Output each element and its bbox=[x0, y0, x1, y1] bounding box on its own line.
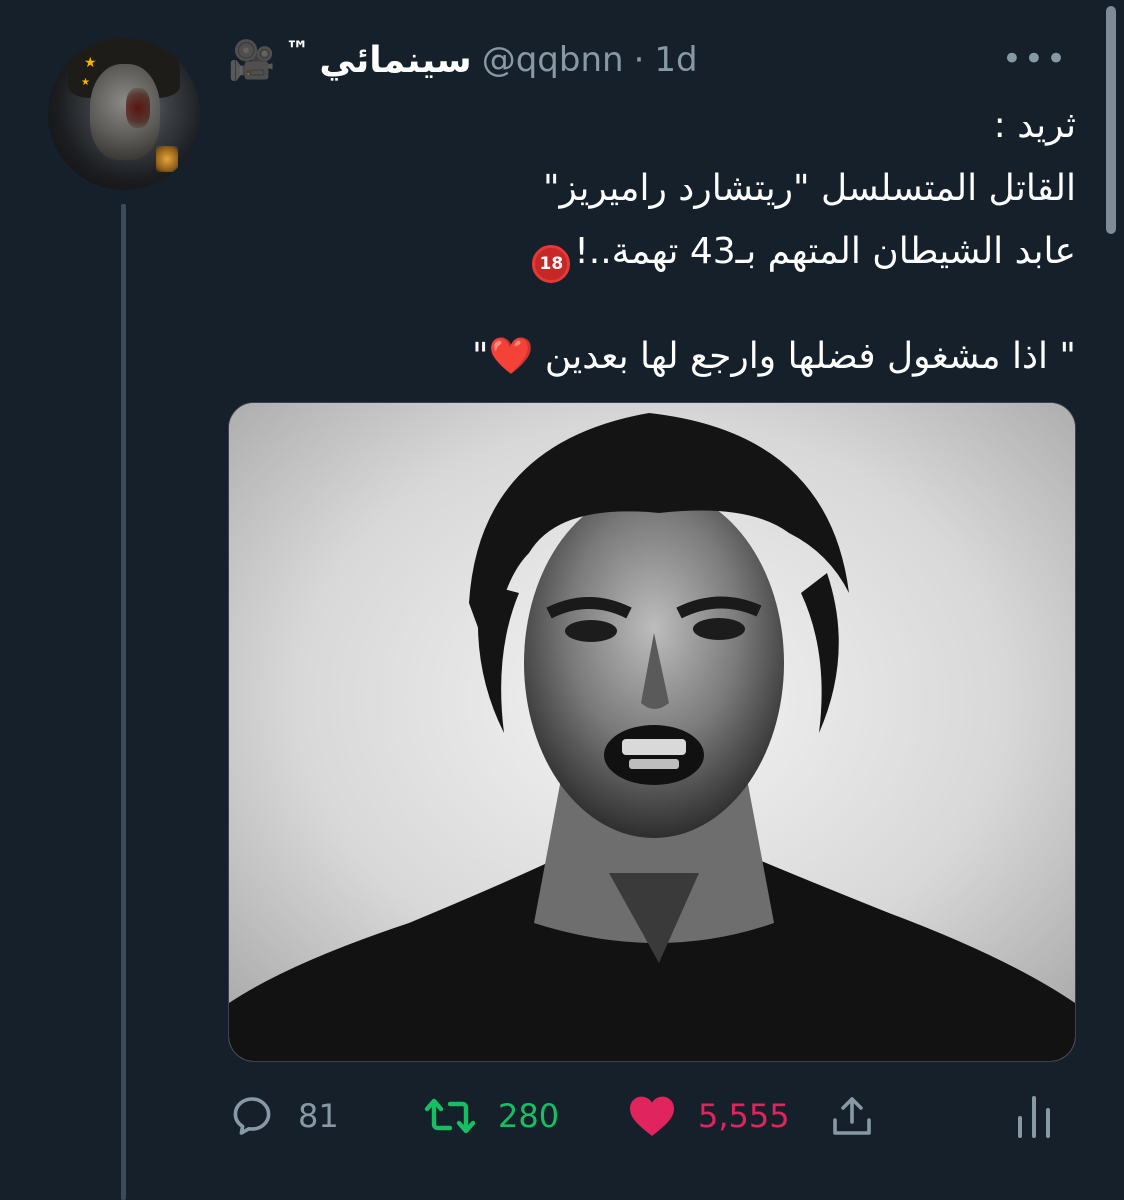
reply-count: 81 bbox=[298, 1097, 339, 1135]
tweet-line: عابد الشيطان المتهم بـ43 تهمة..!18 bbox=[228, 220, 1076, 283]
tweet-photo[interactable] bbox=[228, 402, 1076, 1062]
like-count: 5,555 bbox=[698, 1097, 790, 1135]
tweet-line-text: عابد الشيطان المتهم بـ43 تهمة..! bbox=[574, 231, 1076, 272]
retweet-count: 280 bbox=[498, 1097, 560, 1135]
reply-button[interactable]: 81 bbox=[228, 1086, 339, 1146]
timestamp[interactable]: 1d bbox=[654, 40, 697, 80]
movie-camera-icon: 🎥 bbox=[228, 38, 276, 82]
share-button[interactable] bbox=[828, 1086, 876, 1146]
separator: · bbox=[633, 40, 645, 80]
analytics-icon bbox=[1018, 1096, 1050, 1138]
heart-icon bbox=[630, 1096, 674, 1136]
tweet-text: ثريد : القاتل المتسلسل "ريتشارد راميريز"… bbox=[228, 94, 1076, 388]
trademark: ™ bbox=[285, 36, 310, 64]
avatar-lamp bbox=[156, 146, 178, 172]
red-heart-icon: ❤️ bbox=[488, 336, 534, 377]
retweet-button[interactable]: 280 bbox=[424, 1086, 559, 1146]
analytics-button[interactable] bbox=[1014, 1086, 1054, 1146]
tweet-line: ثريد : bbox=[993, 105, 1076, 146]
tweet-actions: 81 280 5,555 bbox=[228, 1086, 1074, 1146]
tweet-line-text: " bbox=[472, 336, 489, 377]
reply-icon bbox=[233, 1097, 271, 1135]
star-icon: ★ bbox=[81, 77, 90, 88]
tweet-line-text: " اذا مشغول فضلها وارجع لها بعدين bbox=[533, 336, 1076, 377]
more-options-icon[interactable]: ••• bbox=[1002, 42, 1068, 76]
scrollbar[interactable] bbox=[1106, 6, 1116, 234]
tweet-line: " اذا مشغول فضلها وارجع لها بعدين ❤️" bbox=[228, 325, 1076, 388]
share-icon bbox=[833, 1097, 871, 1135]
tweet-line: القاتل المتسلسل "ريتشارد راميريز" bbox=[543, 168, 1076, 209]
display-name[interactable]: سينمائي bbox=[319, 40, 471, 81]
retweet-icon bbox=[424, 1098, 476, 1134]
photo-portrait bbox=[229, 403, 1075, 1061]
star-icon: ★ bbox=[84, 55, 97, 71]
thread-line bbox=[121, 204, 126, 1200]
user-handle[interactable]: @qqbnn bbox=[482, 40, 624, 80]
avatar-blood bbox=[126, 88, 150, 128]
avatar[interactable]: ★ ★ bbox=[48, 38, 200, 190]
like-button[interactable]: 5,555 bbox=[628, 1086, 790, 1146]
tweet-header: 🎥 ™ سينمائي @qqbnn · 1d bbox=[228, 34, 698, 86]
no-under-18-icon: 18 bbox=[532, 245, 571, 283]
